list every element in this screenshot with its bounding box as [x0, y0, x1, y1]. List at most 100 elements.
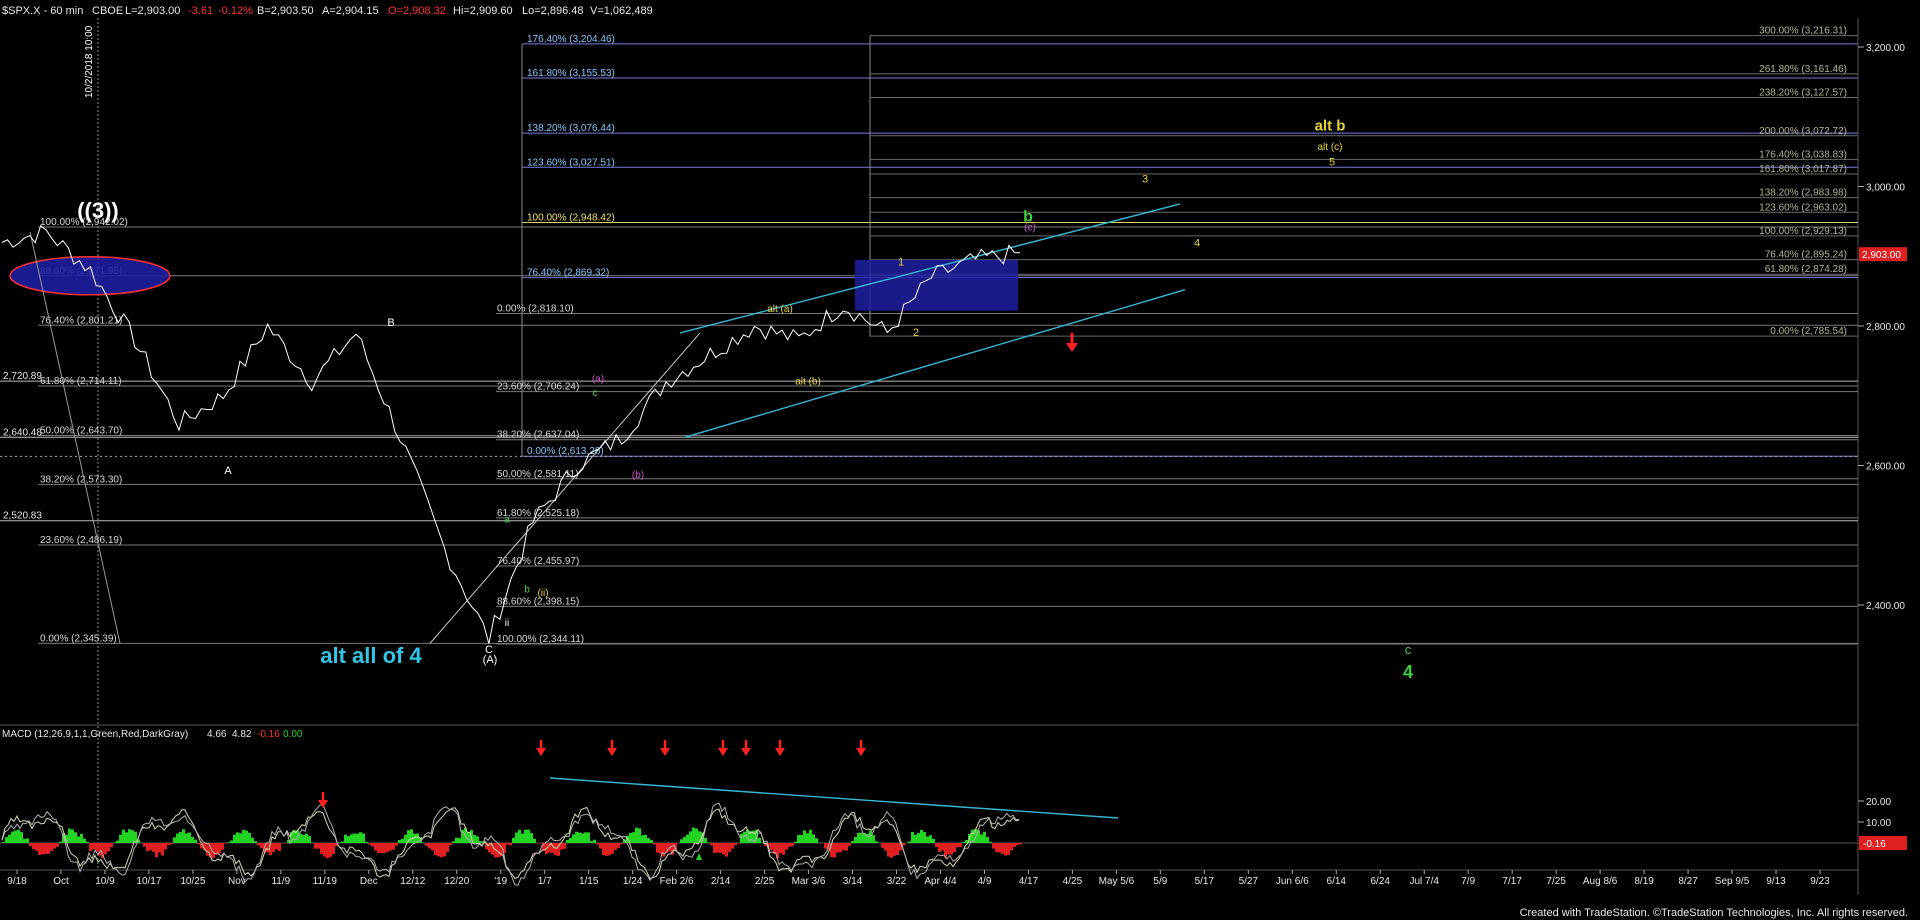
- macd-arrow-head-4: [741, 748, 751, 756]
- macd-histogram-bar: [317, 843, 320, 849]
- fib-label-right-11: 0.00% (2,785.54): [1770, 326, 1847, 337]
- macd-histogram-bar: [797, 835, 800, 843]
- price-tick-label-0: 3,200.00: [1866, 43, 1905, 54]
- fib-label-mid-0: 176.40% (3,204.46): [527, 34, 615, 45]
- macd-histogram-bar: [206, 843, 209, 856]
- macd-histogram-bar: [332, 843, 335, 854]
- macd-histogram-bar: [527, 829, 530, 843]
- time-tick-label-4: 10/25: [180, 876, 205, 887]
- macd-histogram-bar: [518, 829, 521, 843]
- macd-histogram-bar: [29, 843, 32, 847]
- time-tick-label-18: Mar 3/6: [792, 876, 826, 887]
- macd-histogram-bar: [395, 843, 398, 846]
- macd-histogram-bar: [662, 843, 665, 857]
- macd-histogram-bar: [194, 839, 197, 843]
- macd-histogram-bar: [119, 834, 122, 843]
- macd-histogram-bar: [632, 832, 635, 843]
- price-chart[interactable]: $SPX.X - 60 min CBOE L=2,903.00 -3.61 -0…: [0, 0, 1920, 920]
- time-tick-label-15: Feb 2/6: [660, 876, 694, 887]
- time-tick-label-19: 3/14: [843, 876, 863, 887]
- macd-histogram-bar: [566, 839, 569, 843]
- macd-histogram-bar: [254, 841, 257, 843]
- wave-labels: ((3))ABC(A)alt all of 4ii(ii)abc(a)(b)al…: [77, 118, 1413, 683]
- macd-histogram-bar: [572, 834, 575, 843]
- macd-histogram-bar: [872, 835, 875, 843]
- fib-label-mid2-2: 38.20% (2,637.04): [497, 430, 579, 441]
- time-tick-label-27: 5/17: [1195, 876, 1215, 887]
- macd-histogram-bar: [509, 843, 512, 846]
- macd-histogram-bar: [167, 843, 170, 846]
- macd-histogram-bar: [245, 830, 248, 843]
- macd-histogram-bar: [35, 843, 38, 851]
- fib-label-right-9: 76.40% (2,895.24): [1765, 250, 1847, 261]
- macd-histogram-bar: [590, 841, 593, 843]
- macd-histogram-bar: [1010, 843, 1013, 851]
- macd-histogram-bar: [533, 838, 536, 843]
- time-tick-label-21: Apr 4/4: [924, 876, 957, 887]
- macd-arrow-head-5: [775, 748, 785, 756]
- time-tick-label-38: 8/27: [1678, 876, 1698, 887]
- wave-label-7: (ii): [537, 588, 548, 599]
- fib-label-mid2-0: 0.00% (2,818.10): [497, 303, 574, 314]
- macd-histogram-bar: [644, 834, 647, 843]
- down-arrow-head: [1066, 342, 1078, 352]
- wave-label-16: 2: [913, 327, 919, 339]
- time-tick-label-16: 2/14: [711, 876, 731, 887]
- time-tick-label-0: 9/18: [7, 876, 27, 887]
- macd-histogram-bar: [68, 828, 71, 843]
- macd-histogram-bar: [740, 833, 743, 843]
- macd-histogram-bar: [89, 843, 92, 852]
- fib-label-mid-4: 100.00% (2,948.42): [527, 212, 615, 223]
- fib-label-right-2: 238.20% (3,127.57): [1759, 88, 1847, 99]
- macd-tick-label-0: 20.00: [1866, 797, 1891, 808]
- time-tick-label-40: 9/13: [1766, 876, 1786, 887]
- header-exchange: CBOE: [92, 5, 123, 17]
- wave-label-12: (b): [632, 470, 644, 481]
- macd-histogram-bar: [728, 843, 731, 852]
- macd-histogram-bar: [128, 829, 131, 843]
- macd-histogram-bar: [431, 843, 434, 851]
- time-tick-label-36: Aug 8/6: [1583, 876, 1618, 887]
- macd-histogram-bar: [605, 843, 608, 856]
- macd-histogram-bar: [890, 843, 893, 858]
- header-high: Hi=2,909.60: [453, 5, 513, 17]
- macd-histogram-bar: [389, 843, 392, 851]
- macd-histogram-bar: [374, 843, 377, 851]
- header-ask: A=2,904.15: [322, 5, 379, 17]
- fib-label-left-7: 0.00% (2,345.39): [40, 633, 117, 644]
- macd-histogram-bar: [689, 831, 692, 843]
- macd-histogram-bar: [539, 843, 542, 844]
- time-tick-label-24: 4/25: [1063, 876, 1083, 887]
- macd-histogram-bar: [341, 841, 344, 843]
- macd-histogram-bar: [122, 829, 125, 843]
- macd-histogram-bar: [86, 841, 89, 843]
- time-tick-label-3: 10/17: [136, 876, 161, 887]
- macd-histogram-bar: [707, 842, 710, 843]
- last-price-tag: 2,903.00: [1862, 250, 1901, 261]
- time-tick-label-22: 4/9: [978, 876, 992, 887]
- macd-histogram-bar: [50, 843, 53, 851]
- macd-histogram-bar: [950, 843, 953, 855]
- header-open: O=2,908.32: [388, 5, 446, 17]
- macd-histogram-bar: [785, 843, 788, 850]
- macd-histogram-bar: [185, 833, 188, 843]
- time-tick-label-17: 2/25: [755, 876, 775, 887]
- header-volume: V=1,062,489: [590, 5, 653, 17]
- wave-label-18: 4: [1194, 237, 1200, 249]
- macd-histogram-bar: [77, 836, 80, 843]
- fib-label-mid2-7: 100.00% (2,344.11): [497, 634, 584, 645]
- macd-value-1: 4.66: [207, 729, 227, 740]
- macd-histogram-bar: [515, 832, 518, 843]
- fib-label-mid2-1: 23.60% (2,706.24): [497, 382, 579, 393]
- macd-histogram-bar: [92, 843, 95, 850]
- macd-histogram-bar: [599, 843, 602, 849]
- macd-histogram-bar: [713, 843, 716, 853]
- macd-histogram-bar: [152, 843, 155, 852]
- macd-histogram-bar: [476, 836, 479, 843]
- macd-histogram-bar: [71, 829, 74, 843]
- macd-histogram-bar: [938, 843, 941, 852]
- macd-histogram-bar: [179, 831, 182, 843]
- macd-histogram-bar: [404, 834, 407, 843]
- wave-label-2: B: [387, 317, 394, 329]
- macd-histogram-bar: [449, 843, 452, 846]
